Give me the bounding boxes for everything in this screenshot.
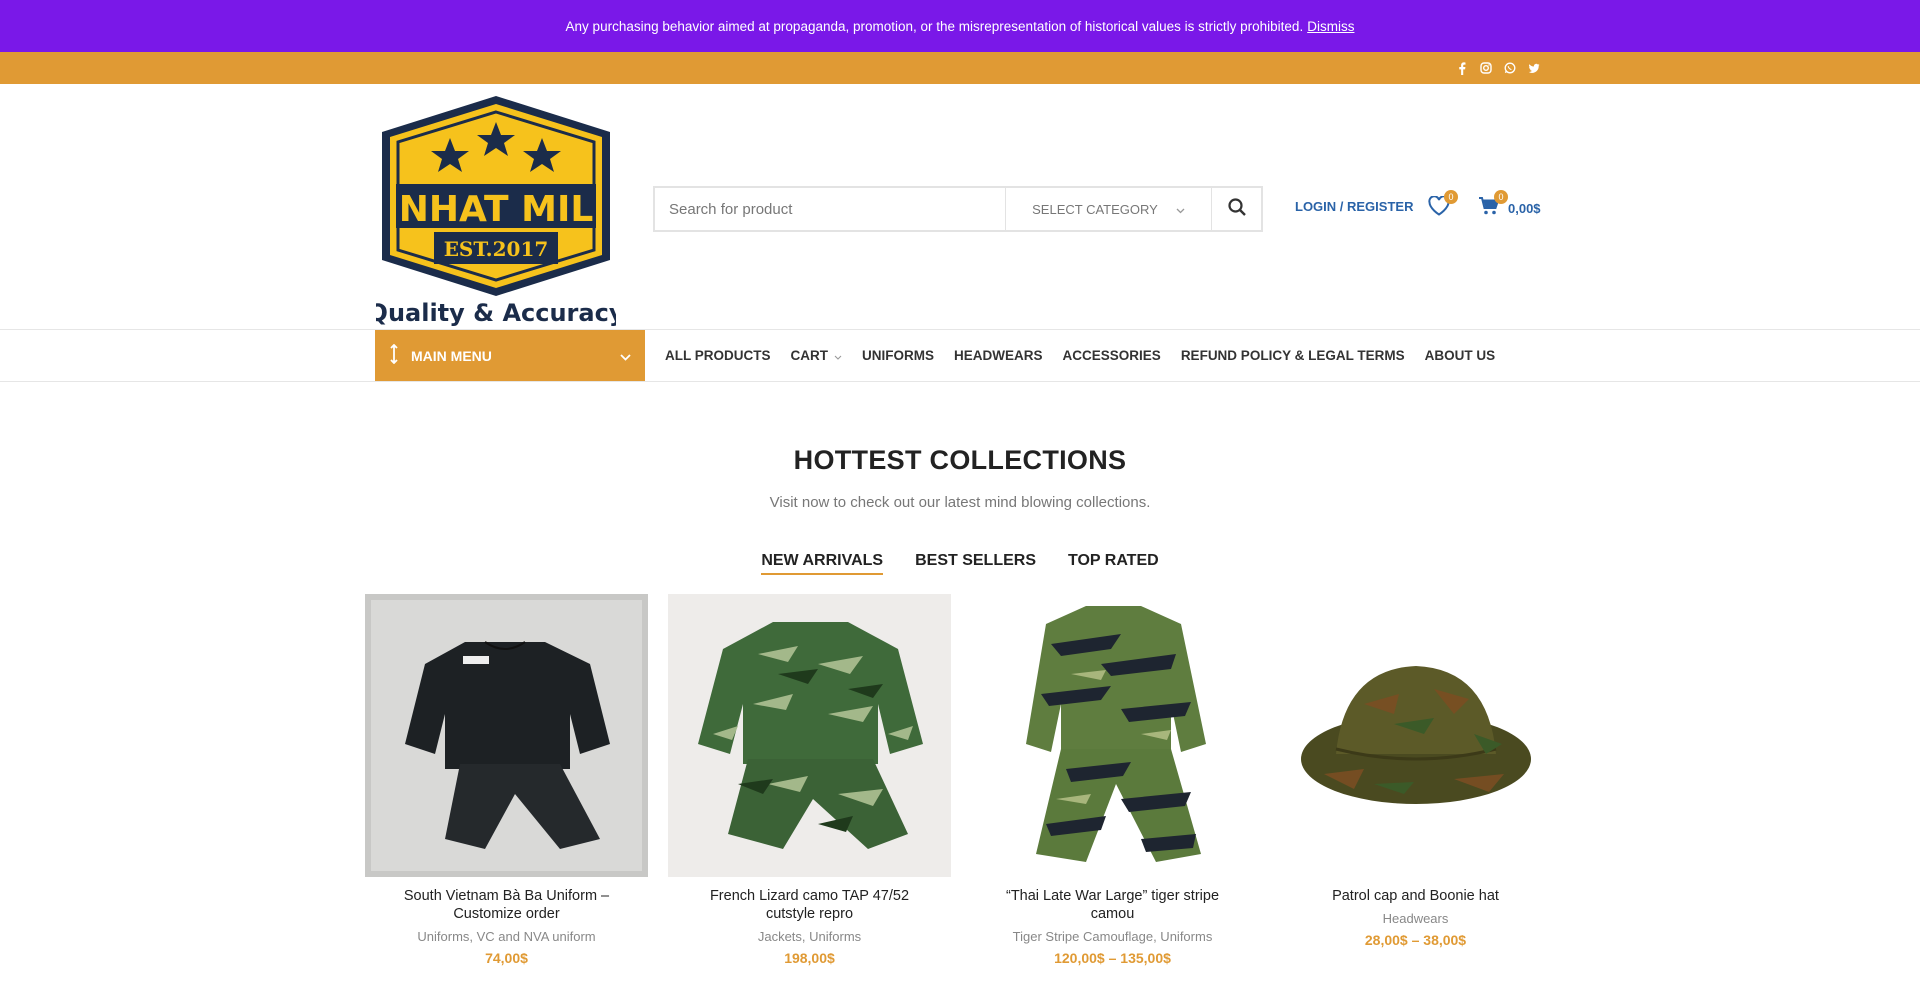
nav-accessories[interactable]: ACCESSORIES bbox=[1063, 348, 1161, 363]
svg-text:NHAT MIL: NHAT MIL bbox=[399, 189, 594, 230]
product-name[interactable]: South Vietnam Bà Ba Uniform – Customize … bbox=[365, 887, 648, 923]
instagram-icon[interactable] bbox=[1479, 61, 1493, 75]
product-price: 74,00$ bbox=[485, 950, 528, 966]
site-logo[interactable]: NHAT MIL EST.2017 Quality & Accuracy bbox=[368, 92, 625, 328]
product-card: French Lizard camo TAP 47/52 cutstyle re… bbox=[668, 594, 951, 966]
top-bar bbox=[0, 52, 1920, 84]
nav-about-us[interactable]: ABOUT US bbox=[1425, 348, 1496, 363]
notice-bar: Any purchasing behavior aimed at propaga… bbox=[0, 0, 1920, 52]
cart-icon: 0 bbox=[1478, 190, 1508, 221]
nav-all-products[interactable]: ALL PRODUCTS bbox=[665, 348, 771, 363]
section-subtitle: Visit now to check out our latest mind b… bbox=[769, 494, 1151, 511]
main-menu-label: MAIN MENU bbox=[411, 347, 492, 364]
product-name[interactable]: “Thai Late War Large” tiger stripe camou bbox=[971, 887, 1254, 923]
category-select[interactable]: SELECT CATEGORY bbox=[1005, 188, 1211, 230]
main-menu-toggle[interactable]: MAIN MENU bbox=[375, 330, 645, 381]
login-register-link[interactable]: LOGIN / REGISTER bbox=[1295, 199, 1413, 214]
product-name[interactable]: Patrol cap and Boonie hat bbox=[1274, 887, 1557, 905]
nav-bar: MAIN MENU ALL PRODUCTS CART UNIFORMS HEA… bbox=[0, 330, 1920, 382]
twitter-icon[interactable] bbox=[1527, 61, 1541, 75]
svg-text:EST.2017: EST.2017 bbox=[444, 237, 549, 261]
product-image-ba-ba-uniform[interactable] bbox=[365, 594, 648, 877]
product-tabs: NEW ARRIVALS BEST SELLERS TOP RATED bbox=[0, 552, 1920, 575]
nav-uniforms[interactable]: UNIFORMS bbox=[862, 348, 934, 363]
product-card: South Vietnam Bà Ba Uniform – Customize … bbox=[365, 594, 648, 966]
notice-text: Any purchasing behavior aimed at propaga… bbox=[565, 18, 1304, 34]
nav-cart-label: CART bbox=[790, 348, 829, 363]
chevron-down-icon bbox=[620, 348, 631, 364]
product-card: Patrol cap and Boonie hat Headwears 28,0… bbox=[1274, 594, 1557, 966]
cart-count-badge: 0 bbox=[1494, 190, 1508, 204]
facebook-icon[interactable] bbox=[1455, 61, 1469, 75]
product-categories[interactable]: Jackets, Uniforms bbox=[668, 929, 951, 944]
search-button[interactable] bbox=[1211, 188, 1261, 230]
product-name[interactable]: French Lizard camo TAP 47/52 cutstyle re… bbox=[668, 887, 951, 923]
nav-headwears[interactable]: HEADWEARS bbox=[954, 348, 1043, 363]
product-categories[interactable]: Headwears bbox=[1274, 911, 1557, 926]
primary-nav: ALL PRODUCTS CART UNIFORMS HEADWEARS ACC… bbox=[665, 330, 1495, 381]
wishlist-count-badge: 0 bbox=[1444, 190, 1458, 204]
product-categories[interactable]: Uniforms, VC and NVA uniform bbox=[365, 929, 648, 944]
category-select-label: SELECT CATEGORY bbox=[1032, 201, 1158, 217]
wishlist-button[interactable]: 0 bbox=[1428, 190, 1458, 221]
site-header: NHAT MIL EST.2017 Quality & Accuracy SEL… bbox=[0, 84, 1920, 330]
nav-cart[interactable]: CART bbox=[791, 348, 843, 363]
cart-total: 0,00$ bbox=[1508, 201, 1541, 216]
product-price: 198,00$ bbox=[784, 950, 835, 966]
tab-new-arrivals[interactable]: NEW ARRIVALS bbox=[761, 552, 884, 575]
social-links bbox=[1455, 61, 1541, 75]
product-image-tiger-stripe-camou[interactable] bbox=[971, 594, 1254, 877]
nav-refund-policy[interactable]: REFUND POLICY & LEGAL TERMS bbox=[1181, 348, 1405, 363]
cart-button[interactable]: 0 0,00$ bbox=[1478, 190, 1541, 221]
tab-top-rated[interactable]: TOP RATED bbox=[1068, 552, 1159, 575]
chevron-down-icon bbox=[1176, 202, 1185, 217]
product-card: “Thai Late War Large” tiger stripe camou… bbox=[971, 594, 1254, 966]
product-categories[interactable]: Tiger Stripe Camouflage, Uniforms bbox=[971, 929, 1254, 944]
svg-text:Quality & Accuracy: Quality & Accuracy bbox=[376, 299, 616, 327]
product-price: 120,00$ – 135,00$ bbox=[1054, 950, 1171, 966]
product-grid: South Vietnam Bà Ba Uniform – Customize … bbox=[365, 594, 1557, 966]
search-icon bbox=[1227, 197, 1247, 222]
search-bar: SELECT CATEGORY bbox=[653, 186, 1263, 232]
product-price: 28,00$ – 38,00$ bbox=[1364, 932, 1467, 948]
menu-arrows-icon bbox=[389, 343, 399, 367]
dismiss-link[interactable]: Dismiss bbox=[1307, 19, 1354, 34]
search-input[interactable] bbox=[655, 188, 1005, 230]
chevron-down-icon bbox=[834, 348, 842, 363]
whatsapp-icon[interactable] bbox=[1503, 61, 1517, 75]
section-title: HOTTEST COLLECTIONS bbox=[793, 445, 1127, 475]
tab-best-sellers[interactable]: BEST SELLERS bbox=[915, 552, 1036, 575]
heart-icon: 0 bbox=[1428, 190, 1458, 221]
product-image-patrol-cap-boonie[interactable] bbox=[1274, 594, 1557, 877]
product-image-french-lizard-camo[interactable] bbox=[668, 594, 951, 877]
